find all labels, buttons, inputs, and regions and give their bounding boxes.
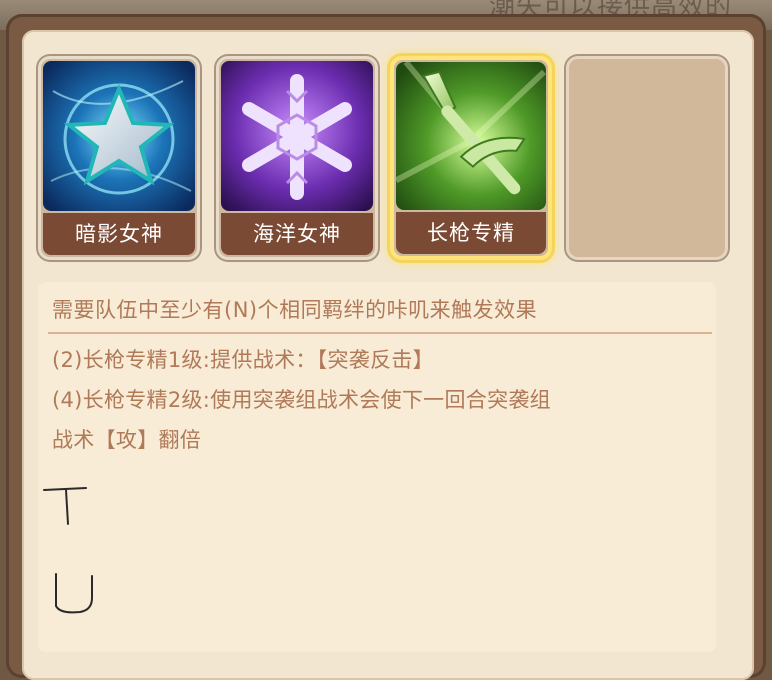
- bond-slot-empty[interactable]: [566, 56, 728, 260]
- bond-description: 需要队伍中至少有(N)个相同羁绊的咔叽来触发效果 (2)长枪专精1级:提供战术：…: [38, 282, 716, 652]
- slot-label: 海洋女神: [221, 213, 373, 255]
- tier-2-effect-continued: 战术【攻】翻倍: [52, 428, 202, 452]
- tier-1-effect: (2)长枪专精1级:提供战术：【突袭反击】: [52, 348, 434, 372]
- snowflake-icon: [221, 61, 373, 211]
- handwritten-scribble: [43, 487, 93, 614]
- bond-slot-shadow-goddess[interactable]: 暗影女神: [38, 56, 200, 260]
- divider: [48, 332, 712, 334]
- slot-label: 长枪专精: [396, 212, 546, 254]
- spear-icon: [396, 62, 546, 210]
- slot-label: 暗影女神: [43, 213, 195, 255]
- bond-slot-ocean-goddess[interactable]: 海洋女神: [216, 56, 378, 260]
- tier-2-effect: (4)长枪专精2级:使用突袭组战术会使下一回合突袭组: [52, 388, 551, 412]
- activation-requirement: 需要队伍中至少有(N)个相同羁绊的咔叽来触发效果: [52, 298, 538, 322]
- bond-slot-spear-mastery[interactable]: 长枪专精: [390, 56, 552, 260]
- star-icon: [43, 61, 195, 211]
